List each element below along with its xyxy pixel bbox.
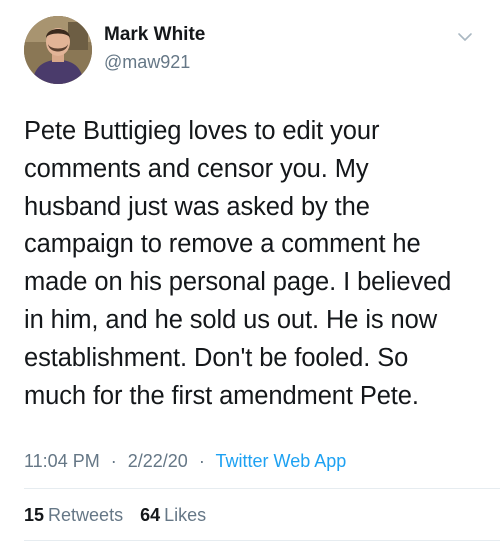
meta-separator: · [198,451,205,471]
likes-count: 64 [140,505,161,525]
retweets-stat[interactable]: 15 Retweets [24,505,123,525]
tweet-stats: 15 Retweets 64 Likes [24,503,206,527]
meta-separator: · [110,451,117,471]
retweets-label: Retweets [48,505,124,525]
divider [24,488,500,489]
tweet-source-link[interactable]: Twitter Web App [216,451,347,471]
divider [24,540,500,541]
avatar[interactable] [24,16,92,84]
author-display-name[interactable]: Mark White [104,22,205,48]
tweet-text: Pete Buttigieg loves to edit your commen… [24,117,452,410]
likes-stat[interactable]: 64 Likes [140,505,206,525]
tweet-date[interactable]: 2/22/20 [128,451,188,471]
likes-label: Likes [164,505,207,525]
tweet-menu-button[interactable] [454,26,476,48]
author-handle[interactable]: @maw921 [104,50,205,74]
tweet-meta: 11:04 PM · 2/22/20 · Twitter Web App [24,449,346,473]
chevron-down-icon [458,33,472,41]
author-names: Mark White @maw921 [104,22,205,74]
tweet-header: Mark White @maw921 [24,16,476,86]
profile-photo-icon [24,16,92,84]
retweets-count: 15 [24,505,45,525]
tweet-card: Mark White @maw921 Pete Buttigieg loves … [0,0,500,543]
tweet-time[interactable]: 11:04 PM [24,451,100,471]
